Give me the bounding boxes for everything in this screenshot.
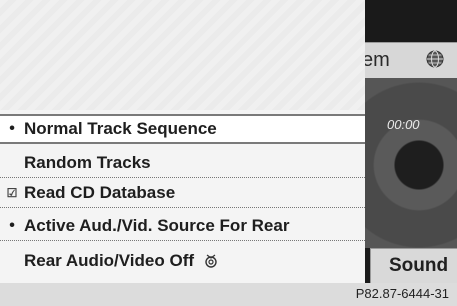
time-readout: 00:00 (387, 117, 420, 132)
menu-item-label: Read CD Database (24, 182, 176, 202)
menu-item-read-cd-database[interactable]: ☑ Read CD Database (0, 178, 365, 208)
globe-icon (426, 50, 444, 68)
display-top-strip (360, 0, 457, 42)
menu-item-normal-track-sequence[interactable]: • Normal Track Sequence (0, 114, 365, 144)
menu-item-random-tracks[interactable]: Random Tracks (0, 148, 365, 178)
disc-icon (360, 78, 457, 248)
bullet-icon: • (9, 120, 15, 137)
menu-item-label: Active Aud./Vid. Source For Rear (24, 215, 290, 235)
header-tab-label: em (362, 49, 390, 71)
checkbox-icon: ☑ (6, 185, 18, 200)
menu-item-label: Normal Track Sequence (24, 119, 217, 138)
menu-item-rear-audio-video-off[interactable]: Rear Audio/Video Off (0, 246, 365, 276)
footer-bar: P82.87-6444-31 (0, 283, 457, 306)
bullet-icon: • (9, 216, 15, 234)
menu-item-label: Rear Audio/Video Off (24, 251, 195, 270)
figure-code: P82.87-6444-31 (355, 286, 449, 301)
sound-button-label: Sound (389, 255, 449, 276)
mute-icon (205, 254, 217, 268)
disc-display (360, 78, 457, 248)
menu-item-active-source-rear[interactable]: • Active Aud./Vid. Source For Rear (0, 211, 365, 241)
options-menu: • Normal Track Sequence Random Tracks ☑ … (0, 0, 365, 283)
menu-empty-area (0, 0, 365, 110)
menu-item-label: Random Tracks (24, 152, 151, 172)
